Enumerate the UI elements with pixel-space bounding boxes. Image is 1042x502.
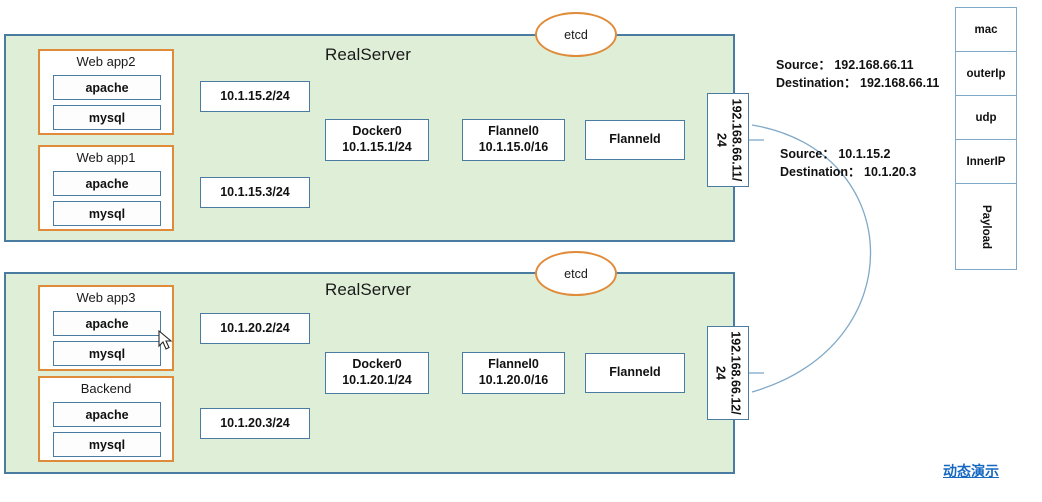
- docker0-node-bottom[interactable]: Docker0 10.1.20.1/24: [325, 352, 429, 394]
- flannel0-ip: 10.1.15.0/16: [478, 140, 549, 154]
- host-mask-value: 24: [714, 133, 729, 147]
- app-group-label: Web app2: [76, 54, 136, 69]
- outer-header-annotation: Source： 192.168.66.11 Destination： 192.1…: [776, 56, 939, 92]
- host-ip-box-bottom[interactable]: 192.168.66.12/ 24: [707, 326, 749, 420]
- packet-layer-payload-label: Payload: [979, 204, 992, 249]
- service-box-apache[interactable]: apache: [53, 171, 161, 196]
- outer-source-line: Source： 192.168.66.11: [776, 58, 914, 72]
- inner-destination-line: Destination： 10.1.20.3: [780, 165, 917, 180]
- host-ip-box-top[interactable]: 192.168.66.11/ 24: [707, 93, 749, 187]
- diagram-canvas: RealServer Web app2 apache mysql Web app…: [0, 0, 1042, 502]
- packet-structure-stack: mac outerIp udp InnerIP Payload: [955, 7, 1017, 270]
- app-group-web-app3[interactable]: Web app3 apache mysql: [38, 285, 174, 371]
- host-ip-value: 192.168.66.12/: [729, 331, 744, 415]
- docker0-ip: 10.1.20.1/24: [342, 373, 412, 387]
- host-ip-text: 192.168.66.12/ 24: [713, 331, 743, 414]
- inner-source-line: Source： 10.1.15.2: [780, 147, 891, 161]
- app-group-web-app1[interactable]: Web app1 apache mysql: [38, 145, 174, 231]
- container-ip-box[interactable]: 10.1.20.3/24: [200, 408, 310, 439]
- docker0-name: Docker0: [352, 357, 402, 372]
- inner-header-annotation: Source： 10.1.15.2 Destination： 10.1.20.3: [780, 145, 916, 181]
- packet-layer-payload: Payload: [956, 184, 1016, 269]
- service-box-mysql[interactable]: mysql: [53, 432, 161, 457]
- packet-layer-udp: udp: [956, 96, 1016, 140]
- host-ip-value: 192.168.66.11/: [729, 98, 744, 182]
- container-ip-box[interactable]: 10.1.20.2/24: [200, 313, 310, 344]
- packet-layer-mac: mac: [956, 8, 1016, 52]
- flannel0-name: Flannel0: [488, 124, 539, 139]
- flanneld-node-bottom[interactable]: Flanneld: [585, 353, 685, 393]
- service-box-mysql[interactable]: mysql: [53, 201, 161, 226]
- container-ip-box[interactable]: 10.1.15.2/24: [200, 81, 310, 112]
- dynamic-demo-link[interactable]: 动态演示: [943, 461, 999, 481]
- app-group-label: Backend: [80, 381, 132, 396]
- etcd-node-bottom[interactable]: etcd: [535, 251, 617, 296]
- packet-layer-innerip: InnerIP: [956, 140, 1016, 184]
- app-group-backend[interactable]: Backend apache mysql: [38, 376, 174, 462]
- etcd-node-top[interactable]: etcd: [535, 12, 617, 57]
- service-box-apache[interactable]: apache: [53, 311, 161, 336]
- flannel0-node-top[interactable]: Flannel0 10.1.15.0/16: [462, 119, 565, 161]
- host-mask-value: 24: [714, 366, 729, 380]
- service-box-mysql[interactable]: mysql: [53, 105, 161, 130]
- service-box-mysql[interactable]: mysql: [53, 341, 161, 366]
- panel-title-bottom: RealServer: [325, 280, 412, 299]
- app-group-label: Web app1: [76, 150, 136, 165]
- flannel0-ip: 10.1.20.0/16: [478, 373, 549, 387]
- panel-title-top: RealServer: [325, 45, 412, 64]
- docker0-node-top[interactable]: Docker0 10.1.15.1/24: [325, 119, 429, 161]
- outer-destination-line: Destination： 192.168.66.11: [776, 76, 940, 91]
- service-box-apache[interactable]: apache: [53, 402, 161, 427]
- host-ip-text: 192.168.66.11/ 24: [713, 99, 743, 182]
- flanneld-node-top[interactable]: Flanneld: [585, 120, 685, 160]
- flannel0-node-bottom[interactable]: Flannel0 10.1.20.0/16: [462, 352, 565, 394]
- app-group-label: Web app3: [76, 290, 136, 305]
- app-group-web-app2[interactable]: Web app2 apache mysql: [38, 49, 174, 135]
- flannel0-name: Flannel0: [488, 357, 539, 372]
- docker0-ip: 10.1.15.1/24: [342, 140, 412, 154]
- docker0-name: Docker0: [352, 124, 402, 139]
- service-box-apache[interactable]: apache: [53, 75, 161, 100]
- container-ip-box[interactable]: 10.1.15.3/24: [200, 177, 310, 208]
- packet-layer-outerip: outerIp: [956, 52, 1016, 96]
